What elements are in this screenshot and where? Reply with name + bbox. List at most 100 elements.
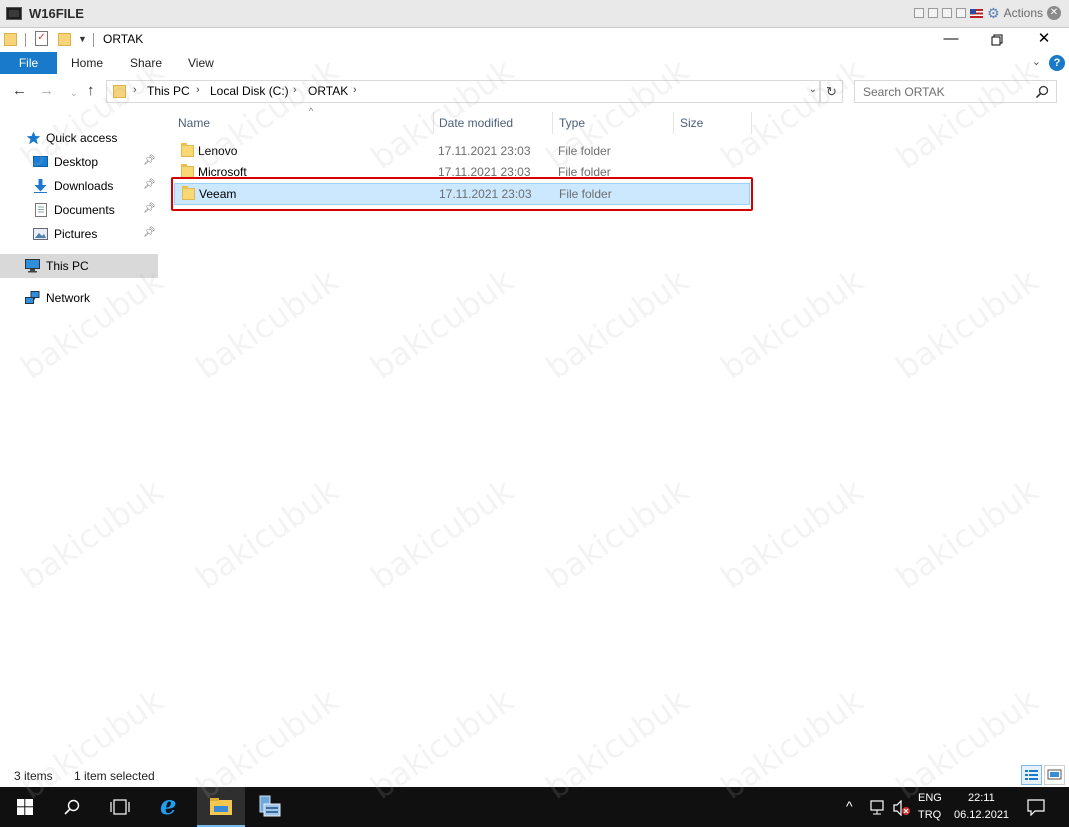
column-header-date[interactable]: Date modified xyxy=(434,108,552,138)
nav-item-network[interactable]: Network xyxy=(0,286,158,310)
vm-fullscreen-icon[interactable] xyxy=(942,8,953,18)
column-header-size[interactable]: Size xyxy=(674,108,752,138)
pictures-icon xyxy=(33,228,48,240)
breadcrumb-ortak[interactable]: ORTAK xyxy=(308,84,348,98)
nav-label: Quick access xyxy=(46,131,118,145)
search-icon[interactable] xyxy=(1035,85,1049,99)
vm-restore-icon[interactable] xyxy=(928,8,939,18)
refresh-button[interactable]: ↻ xyxy=(820,80,843,103)
address-bar[interactable]: › This PC › Local Disk (C:) › ORTAK › ⌄ xyxy=(106,80,820,103)
nav-item-desktop[interactable]: Desktop 📌︎ xyxy=(0,150,158,174)
breadcrumb-chevron-icon[interactable]: › xyxy=(133,84,137,96)
details-view-icon xyxy=(1025,770,1038,780)
close-button[interactable]: ✕ xyxy=(1021,29,1067,51)
us-flag-icon[interactable] xyxy=(970,8,984,18)
table-row[interactable]: Microsoft 17.11.2021 23:03 File folder xyxy=(174,162,750,184)
breadcrumb-chevron-icon[interactable]: › xyxy=(353,84,357,96)
properties-icon[interactable]: ✓ xyxy=(35,31,48,46)
status-bar: 3 items 1 item selected xyxy=(0,763,1069,787)
volume-muted-icon[interactable] xyxy=(893,800,911,816)
recent-locations-chevron-icon[interactable]: ⌄ xyxy=(70,86,78,101)
breadcrumb-this-pc[interactable]: This PC xyxy=(147,84,190,98)
up-arrow-icon[interactable]: ↑ xyxy=(87,83,95,98)
folder-icon xyxy=(181,164,194,178)
column-header-type[interactable]: Type xyxy=(553,108,673,138)
table-row[interactable]: Lenovo 17.11.2021 23:03 File folder xyxy=(174,141,750,163)
task-view-button[interactable] xyxy=(96,787,144,827)
input-language-line2[interactable]: TRQ xyxy=(918,809,941,821)
vm-minimize-icon[interactable] xyxy=(914,8,925,18)
large-icons-view-button[interactable] xyxy=(1044,765,1065,785)
row-type: File folder xyxy=(558,144,611,158)
server-manager-button[interactable] xyxy=(246,787,294,827)
nav-label: Documents xyxy=(54,203,115,217)
column-header-name[interactable]: ^ Name xyxy=(170,106,434,138)
restore-icon xyxy=(991,34,1003,46)
large-icons-view-icon xyxy=(1047,769,1062,780)
action-center-icon[interactable] xyxy=(1027,799,1045,816)
help-icon[interactable]: ? xyxy=(1049,55,1065,71)
tab-file[interactable]: File xyxy=(0,52,57,74)
vm-controls: ⚙ Actions ✕ xyxy=(914,6,1061,20)
network-status-icon[interactable] xyxy=(870,800,888,816)
nav-label: Desktop xyxy=(54,155,99,169)
expand-ribbon-chevron-icon[interactable]: ⌄ xyxy=(1032,55,1041,68)
task-view-icon xyxy=(110,799,130,815)
network-icon xyxy=(25,291,40,304)
internet-explorer-icon: e xyxy=(160,791,177,821)
nav-item-this-pc[interactable]: This PC xyxy=(0,254,158,278)
breadcrumb-local-disk[interactable]: Local Disk (C:) xyxy=(210,84,289,98)
pin-icon[interactable]: 📌︎ xyxy=(143,155,156,166)
input-language-line1[interactable]: ENG xyxy=(918,792,942,804)
clock-date[interactable]: 06.12.2021 xyxy=(954,809,1009,821)
nav-item-documents[interactable]: Documents 📌︎ xyxy=(0,198,158,222)
pin-icon[interactable]: 📌︎ xyxy=(143,227,156,238)
star-icon xyxy=(26,131,41,145)
file-list: ^ Name Date modified Type Size Lenovo 17… xyxy=(160,106,1069,763)
clock-time[interactable]: 22:11 xyxy=(968,792,995,804)
column-header-label: Size xyxy=(680,116,704,130)
address-row: ← → ⌄ ↑ › This PC › Local Disk (C:) › OR… xyxy=(0,74,1069,108)
customize-qat-chevron-icon[interactable]: ▼ xyxy=(78,34,87,44)
selection-count: 1 item selected xyxy=(74,769,155,783)
folder-icon xyxy=(4,33,17,46)
qa-separator xyxy=(25,33,26,47)
column-divider[interactable] xyxy=(751,112,752,134)
nav-item-quick-access[interactable]: Quick access xyxy=(0,126,158,150)
vm-close-icon[interactable]: ✕ xyxy=(1047,6,1061,20)
back-arrow-icon[interactable]: ← xyxy=(12,83,27,98)
search-input[interactable] xyxy=(863,84,1023,99)
qa-separator xyxy=(93,33,94,47)
forward-arrow-icon[interactable]: → xyxy=(39,83,54,98)
taskbar-search-button[interactable] xyxy=(48,787,96,827)
download-arrow-icon xyxy=(34,179,47,193)
tab-view[interactable]: View xyxy=(188,56,214,70)
tab-share[interactable]: Share xyxy=(130,56,162,70)
desktop-icon xyxy=(33,156,48,167)
tab-home[interactable]: Home xyxy=(71,56,103,70)
ribbon: File Home Share View ⌄ ? xyxy=(0,52,1069,74)
vm-console-icon xyxy=(6,7,22,20)
search-box[interactable] xyxy=(854,80,1057,103)
file-explorer-button[interactable] xyxy=(197,787,245,827)
vm-window-icon[interactable] xyxy=(956,8,967,18)
show-hidden-icons-chevron-icon[interactable]: ^ xyxy=(846,798,853,814)
folder-icon xyxy=(113,85,126,98)
pin-icon[interactable]: 📌︎ xyxy=(143,203,156,214)
restore-button[interactable] xyxy=(974,29,1020,51)
table-row-selected[interactable]: Veeam 17.11.2021 23:03 File folder xyxy=(174,183,750,205)
internet-explorer-button[interactable]: e xyxy=(148,787,196,827)
vm-actions-menu[interactable]: Actions xyxy=(1004,6,1043,20)
new-folder-icon[interactable] xyxy=(58,33,71,46)
minimize-button[interactable]: — xyxy=(928,29,974,51)
breadcrumb-chevron-icon[interactable]: › xyxy=(293,84,297,96)
details-view-button[interactable] xyxy=(1021,765,1042,785)
breadcrumb-chevron-icon[interactable]: › xyxy=(196,84,200,96)
address-history-chevron-icon[interactable]: ⌄ xyxy=(809,84,817,95)
gear-icon[interactable]: ⚙ xyxy=(987,6,1000,20)
row-date: 17.11.2021 23:03 xyxy=(438,144,531,158)
start-button[interactable] xyxy=(0,787,48,827)
nav-item-pictures[interactable]: Pictures 📌︎ xyxy=(0,222,158,246)
pin-icon[interactable]: 📌︎ xyxy=(143,179,156,190)
nav-item-downloads[interactable]: Downloads 📌︎ xyxy=(0,174,158,198)
